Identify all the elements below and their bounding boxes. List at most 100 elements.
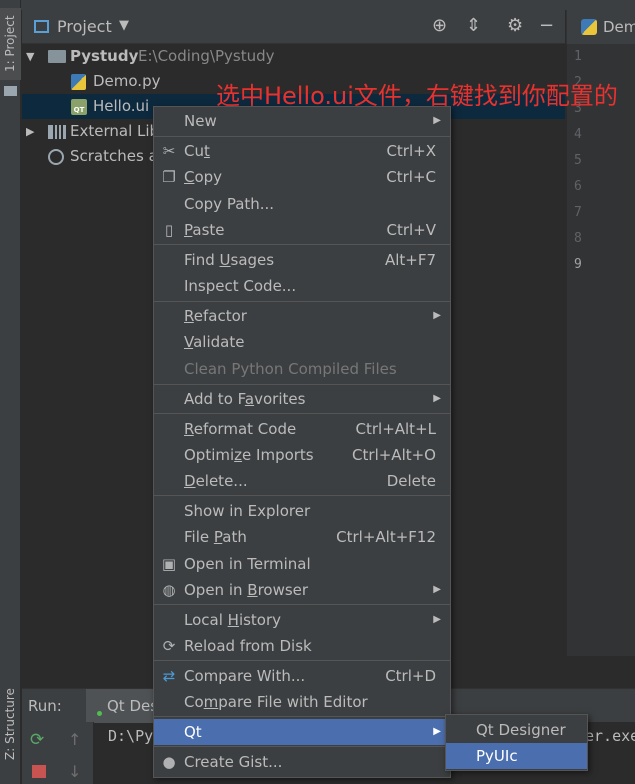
folder-icon[interactable] (4, 86, 17, 96)
menu-item-shortcut: Ctrl+Alt+O (352, 446, 436, 464)
expand-arrow-icon[interactable]: ▼ (26, 44, 34, 69)
scratches-icon (48, 149, 64, 165)
expand-arrow-icon[interactable]: ▶ (26, 119, 34, 144)
reload-icon: ⟳ (162, 637, 176, 655)
menu-item-new[interactable]: New ▶ (154, 108, 450, 134)
menu-separator (154, 244, 450, 245)
chevron-down-icon[interactable]: ▼ (119, 18, 129, 33)
menu-item-file-path[interactable]: File Path Ctrl+Alt+F12 (154, 524, 450, 550)
submenu-arrow-icon: ▶ (433, 115, 441, 126)
running-indicator-icon (97, 711, 102, 716)
line-number: 5 (574, 153, 582, 168)
left-tool-strip: 1: Project Z: Structure (0, 0, 21, 784)
menu-separator (154, 413, 450, 414)
menu-item-label: Open in Browser (184, 581, 309, 599)
folder-icon (48, 50, 66, 63)
submenu-item-qt-designer[interactable]: Qt Designer (446, 717, 587, 743)
python-file-icon (581, 19, 597, 35)
editor-tab-demo[interactable]: Demo (603, 18, 635, 36)
copy-icon: ❐ (162, 168, 176, 186)
menu-item-optimize-imports[interactable]: Optimize Imports Ctrl+Alt+O (154, 442, 450, 468)
menu-item-delete[interactable]: Delete... Delete (154, 468, 450, 494)
submenu-arrow-icon: ▶ (433, 310, 441, 321)
menu-item-label: Inspect Code... (184, 277, 297, 295)
menu-item-label: Compare File with Editor (184, 693, 368, 711)
tree-item-label: Hello.ui (93, 97, 150, 115)
menu-item-add-to-favorites[interactable]: Add to Favorites ▶ (154, 386, 450, 412)
stop-icon[interactable] (32, 765, 46, 778)
menu-item-local-history[interactable]: Local History ▶ (154, 607, 450, 633)
arrow-down-icon[interactable]: ↓ (68, 762, 81, 781)
project-panel-title[interactable]: Project (57, 17, 112, 36)
menu-item-inspect-code[interactable]: Inspect Code... (154, 273, 450, 299)
menu-item-label: Create Gist... (184, 753, 283, 771)
submenu-arrow-icon: ▶ (433, 726, 441, 737)
run-toolbar-secondary: ↑ ↓ (56, 722, 94, 784)
tool-tab-structure[interactable]: Z: Structure (0, 684, 21, 764)
menu-item-label: File Path (184, 528, 247, 546)
menu-item-label: Clean Python Compiled Files (184, 360, 397, 378)
paste-icon: ▯ (164, 221, 174, 239)
menu-item-paste[interactable]: ▯ Paste Ctrl+V (154, 217, 450, 243)
submenu-item-label: Qt Designer (476, 721, 566, 739)
menu-item-shortcut: Ctrl+Alt+F12 (336, 528, 436, 546)
tree-item-pystudy[interactable]: ▼ Pystudy E:\Coding\Pystudy (22, 44, 565, 69)
github-icon: ● (162, 753, 176, 771)
menu-item-create-gist[interactable]: ● Create Gist... (154, 749, 450, 775)
crosshair-icon[interactable]: ⊕ (432, 15, 447, 36)
submenu-arrow-icon: ▶ (433, 393, 441, 404)
menu-item-label: Copy (184, 168, 223, 186)
menu-item-copy[interactable]: ❐ Copy Ctrl+C (154, 164, 450, 190)
menu-item-label: New (184, 112, 217, 130)
submenu-arrow-icon: ▶ (433, 584, 441, 595)
arrow-up-icon[interactable]: ↑ (68, 730, 81, 749)
menu-item-label: Paste (184, 221, 225, 239)
hide-panel-icon[interactable]: − (539, 15, 554, 36)
tree-item-label: Pystudy (70, 47, 139, 65)
run-toolbar: ⟳ (22, 722, 56, 784)
menu-item-shortcut: Delete (386, 472, 436, 490)
menu-item-reload-from-disk[interactable]: ⟳ Reload from Disk (154, 633, 450, 659)
menu-item-copy-path[interactable]: Copy Path... (154, 191, 450, 217)
collapse-icon[interactable]: ⇕ (466, 15, 481, 36)
menu-item-compare-with[interactable]: ⇄ Compare With... Ctrl+D (154, 663, 450, 689)
compare-icon: ⇄ (162, 667, 176, 685)
menu-item-shortcut: Ctrl+D (385, 667, 436, 685)
menu-item-reformat-code[interactable]: Reformat Code Ctrl+Alt+L (154, 416, 450, 442)
python-file-icon (71, 74, 86, 90)
menu-item-label: Refactor (184, 307, 247, 325)
menu-item-find-usages[interactable]: Find Usages Alt+F7 (154, 247, 450, 273)
tool-tab-project[interactable]: 1: Project (0, 8, 21, 80)
menu-item-qt[interactable]: Qt ▶ (154, 719, 450, 745)
menu-item-label: Cut (184, 142, 210, 160)
menu-separator (154, 495, 450, 496)
menu-separator (154, 746, 450, 747)
menu-item-shortcut: Ctrl+X (386, 142, 436, 160)
menu-separator (154, 716, 450, 717)
title-strip (21, 0, 635, 10)
menu-item-shortcut: Ctrl+V (386, 221, 436, 239)
gear-icon[interactable]: ⚙ (507, 15, 523, 36)
menu-item-open-in-terminal[interactable]: ▣ Open in Terminal (154, 551, 450, 577)
menu-item-label: Delete... (184, 472, 248, 490)
menu-item-label: Compare With... (184, 667, 306, 685)
tree-item-label: Scratches a (70, 147, 158, 165)
menu-item-label: Add to Favorites (184, 390, 306, 408)
menu-item-label: Qt (184, 723, 202, 741)
menu-item-refactor[interactable]: Refactor ▶ (154, 303, 450, 329)
tree-item-path: E:\Coding\Pystudy (138, 47, 275, 65)
menu-item-validate[interactable]: Validate (154, 329, 450, 355)
menu-item-label: Reload from Disk (184, 637, 312, 655)
menu-item-label: Copy Path... (184, 195, 275, 213)
window-icon (34, 20, 49, 33)
menu-item-shortcut: Alt+F7 (384, 251, 436, 269)
ui-file-icon: QT (71, 99, 87, 115)
menu-item-compare-file-with-editor[interactable]: Compare File with Editor (154, 689, 450, 715)
rerun-icon[interactable]: ⟳ (30, 730, 44, 750)
menu-item-open-in-browser[interactable]: ◍ Open in Browser ▶ (154, 577, 450, 603)
submenu-item-pyuic[interactable]: PyUIc (446, 743, 587, 769)
run-output-start: D:\Py (108, 727, 154, 745)
menu-item-cut[interactable]: ✂ Cut Ctrl+X (154, 138, 450, 164)
qt-submenu: Qt Designer PyUIc (445, 714, 588, 771)
menu-item-show-in-explorer[interactable]: Show in Explorer (154, 498, 450, 524)
